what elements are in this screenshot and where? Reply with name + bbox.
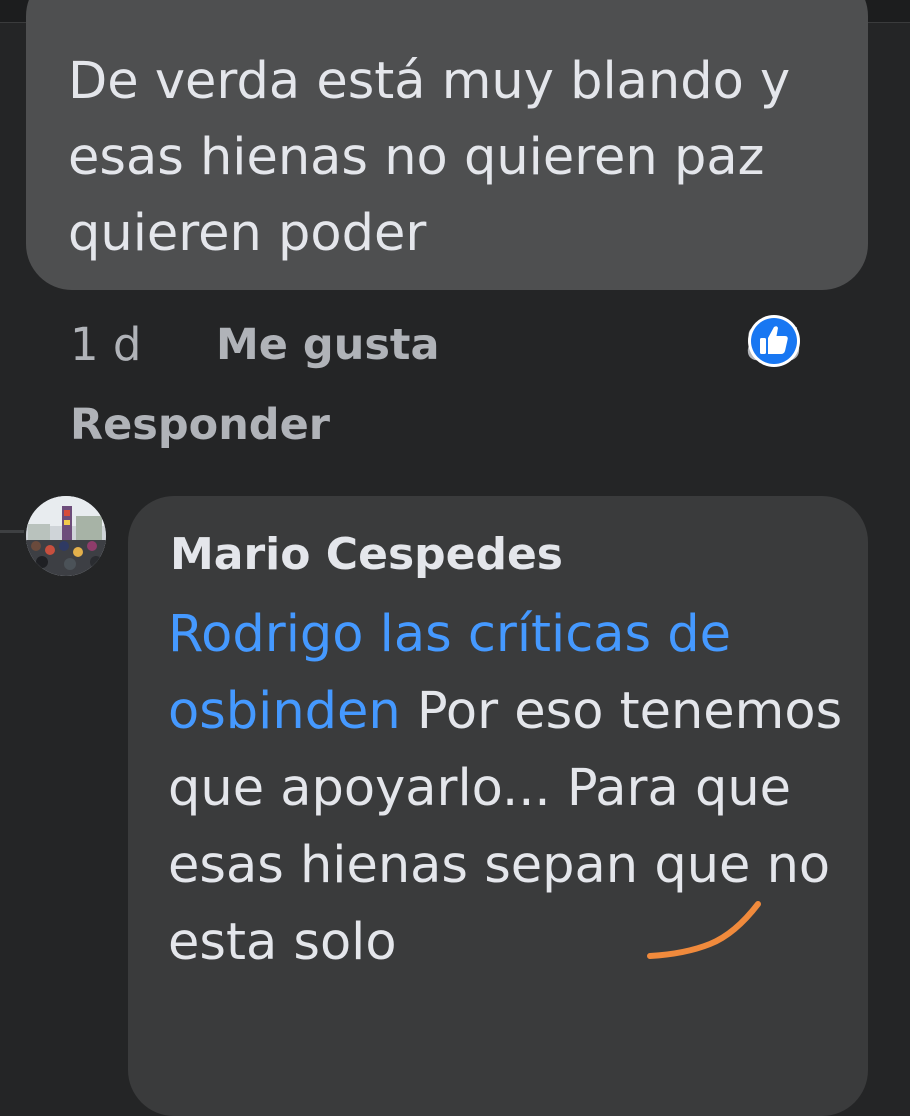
thread-connector — [0, 530, 24, 533]
orange-scribble-mark — [647, 901, 761, 959]
like-button[interactable]: Me gusta — [216, 314, 439, 376]
avatar-photo — [26, 496, 106, 576]
thumbs-up-icon[interactable] — [747, 314, 801, 368]
comment-timestamp[interactable]: 1 d — [70, 314, 142, 376]
avatar[interactable] — [26, 496, 106, 576]
comment-text: De verda está muy blando y esas hienas n… — [68, 52, 791, 263]
reply-button[interactable]: Responder — [70, 394, 330, 456]
comment-author[interactable]: Mario Cespedes — [170, 524, 563, 586]
